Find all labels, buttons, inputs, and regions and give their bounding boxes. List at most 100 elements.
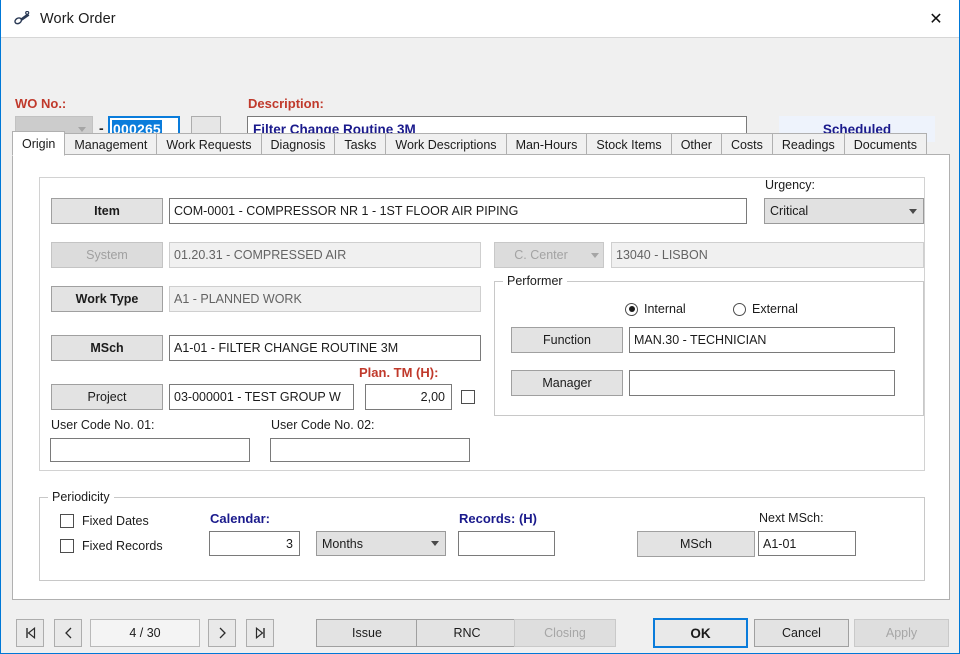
performer-internal-radio[interactable]: Internal <box>625 302 686 316</box>
tab-page-origin: Item COM-0001 - COMPRESSOR NR 1 - 1ST FL… <box>12 154 950 600</box>
manager-input[interactable] <box>629 370 895 396</box>
work-type-input: A1 - PLANNED WORK <box>169 286 481 312</box>
last-record-button[interactable] <box>246 619 274 647</box>
radio-empty-icon <box>733 303 746 316</box>
cancel-button[interactable]: Cancel <box>754 619 849 647</box>
tab-other[interactable]: Other <box>671 133 722 155</box>
tab-stock-items[interactable]: Stock Items <box>586 133 671 155</box>
urgency-label: Urgency: <box>765 178 815 192</box>
calendar-unit-select[interactable]: Months <box>316 531 446 556</box>
fixed-dates-label: Fixed Dates <box>82 514 149 528</box>
next-record-button[interactable] <box>208 619 236 647</box>
user-code-01-label: User Code No. 01: <box>51 418 155 432</box>
records-input[interactable] <box>458 531 555 556</box>
tab-label: Work Descriptions <box>395 138 496 152</box>
msch-input[interactable]: A1-01 - FILTER CHANGE ROUTINE 3M <box>169 335 481 361</box>
tab-label: Other <box>681 138 712 152</box>
cost-center-button: C. Center <box>494 242 604 268</box>
checkbox-empty-icon <box>60 539 74 553</box>
next-msch-input[interactable]: A1-01 <box>758 531 856 556</box>
item-input[interactable]: COM-0001 - COMPRESSOR NR 1 - 1ST FLOOR A… <box>169 198 747 224</box>
radio-selected-icon <box>625 303 638 316</box>
performer-internal-label: Internal <box>644 302 686 316</box>
urgency-select[interactable]: Critical <box>764 198 924 224</box>
tab-management[interactable]: Management <box>64 133 157 155</box>
wrench-icon <box>12 9 32 29</box>
tab-label: Man-Hours <box>516 138 578 152</box>
tab-origin[interactable]: Origin <box>12 131 65 156</box>
tab-work-requests[interactable]: Work Requests <box>156 133 261 155</box>
work-order-window: Work Order ✕ WO No.: - 000265 ... Descri… <box>0 0 960 654</box>
plan-tm-label: Plan. TM (H): <box>359 365 438 380</box>
project-input[interactable]: 03-000001 - TEST GROUP W <box>169 384 354 410</box>
tab-label: Diagnosis <box>271 138 326 152</box>
checkbox-empty-icon <box>60 514 74 528</box>
description-label: Description: <box>248 96 324 111</box>
function-button[interactable]: Function <box>511 327 623 353</box>
tab-label: Tasks <box>344 138 376 152</box>
page-indicator: 4 / 30 <box>90 619 200 647</box>
calendar-value-input[interactable]: 3 <box>209 531 300 556</box>
ok-button[interactable]: OK <box>653 618 748 648</box>
chevron-down-icon <box>431 541 439 546</box>
project-button[interactable]: Project <box>51 384 163 410</box>
tab-costs[interactable]: Costs <box>721 133 773 155</box>
fixed-records-checkbox[interactable]: Fixed Records <box>60 539 163 553</box>
performer-external-radio[interactable]: External <box>733 302 798 316</box>
previous-record-button[interactable] <box>54 619 82 647</box>
closing-button: Closing <box>514 619 616 647</box>
rnc-button[interactable]: RNC <box>416 619 518 647</box>
tab-label: Origin <box>22 137 55 151</box>
tab-label: Management <box>74 138 147 152</box>
system-button: System <box>51 242 163 268</box>
tab-work-descriptions[interactable]: Work Descriptions <box>385 133 506 155</box>
chevron-down-icon <box>587 253 603 258</box>
user-code-02-label: User Code No. 02: <box>271 418 375 432</box>
calendar-label: Calendar: <box>210 511 270 526</box>
issue-button[interactable]: Issue <box>316 619 418 647</box>
window-title: Work Order <box>40 11 116 27</box>
tab-documents[interactable]: Documents <box>844 133 927 155</box>
tab-label: Work Requests <box>166 138 251 152</box>
tab-strip: Origin Management Work Requests Diagnosi… <box>12 131 926 155</box>
work-type-button[interactable]: Work Type <box>51 286 163 312</box>
tab-diagnosis[interactable]: Diagnosis <box>261 133 336 155</box>
tab-readings[interactable]: Readings <box>772 133 845 155</box>
user-code-01-input[interactable] <box>50 438 250 462</box>
function-input[interactable]: MAN.30 - TECHNICIAN <box>629 327 895 353</box>
msch-button[interactable]: MSch <box>51 335 163 361</box>
system-input: 01.20.31 - COMPRESSED AIR <box>169 242 481 268</box>
user-code-02-input[interactable] <box>270 438 470 462</box>
fixed-records-label: Fixed Records <box>82 539 163 553</box>
periodicity-legend: Periodicity <box>48 490 114 504</box>
tab-label: Stock Items <box>596 138 661 152</box>
first-record-button[interactable] <box>16 619 44 647</box>
periodicity-msch-button[interactable]: MSch <box>637 531 755 557</box>
cost-center-label: C. Center <box>495 248 587 262</box>
plan-tm-input[interactable]: 2,00 <box>365 384 452 410</box>
chevron-down-icon <box>909 209 917 214</box>
wo-number-label: WO No.: <box>15 96 66 111</box>
fixed-dates-checkbox[interactable]: Fixed Dates <box>60 514 149 528</box>
next-msch-label: Next MSch: <box>759 511 824 525</box>
calendar-unit-value: Months <box>322 537 363 551</box>
header-band: WO No.: - 000265 ... Description: Filter… <box>1 38 959 130</box>
plan-tm-checkbox[interactable] <box>461 390 475 404</box>
tab-tasks[interactable]: Tasks <box>334 133 386 155</box>
footer-bar: 4 / 30 Issue RNC Closing OK Cancel Apply <box>1 605 959 653</box>
tab-label: Costs <box>731 138 763 152</box>
item-button[interactable]: Item <box>51 198 163 224</box>
apply-button: Apply <box>854 619 949 647</box>
urgency-value: Critical <box>770 204 808 218</box>
records-label: Records: (H) <box>459 511 537 526</box>
close-icon[interactable]: ✕ <box>913 0 959 37</box>
origin-main-panel: Item COM-0001 - COMPRESSOR NR 1 - 1ST FL… <box>39 177 925 471</box>
manager-button[interactable]: Manager <box>511 370 623 396</box>
performer-external-label: External <box>752 302 798 316</box>
tab-man-hours[interactable]: Man-Hours <box>506 133 588 155</box>
tab-label: Documents <box>854 138 917 152</box>
tab-label: Readings <box>782 138 835 152</box>
periodicity-group: Periodicity Fixed Dates Fixed Records Ca… <box>39 497 925 581</box>
performer-group: Performer Internal External Function MAN… <box>494 281 924 416</box>
cost-center-input: 13040 - LISBON <box>611 242 924 268</box>
